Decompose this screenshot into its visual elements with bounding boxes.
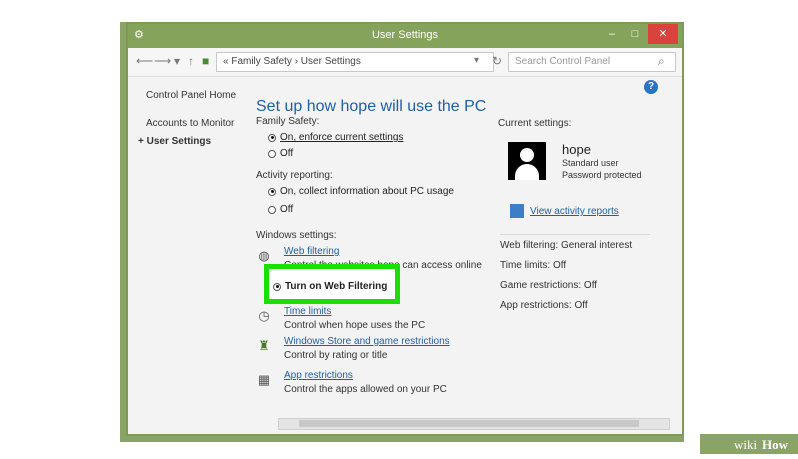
address-dropdown-icon[interactable]: ▾ [474,55,479,66]
radio-label: On, collect information about PC usage [280,186,454,197]
forward-arrow-icon[interactable]: ⟶ [154,54,171,68]
family-safety-label: Family Safety: [256,116,320,127]
activity-reporting-label: Activity reporting: [256,170,333,181]
family-safety-off-option[interactable]: Off [268,148,293,159]
highlighted-web-filtering-option: Turn on Web Filtering [264,264,400,304]
maximize-button[interactable]: □ [624,24,646,44]
horizontal-scrollbar[interactable] [278,418,670,430]
summary-game-restrictions: Game restrictions: Off [500,280,598,291]
windows-settings-label: Windows settings: [256,230,337,241]
time-limits-link-text[interactable]: Time limits [284,306,331,317]
app-restrictions-link[interactable]: App restrictions [284,370,353,381]
radio-button[interactable] [268,149,276,158]
view-activity-reports-text[interactable]: View activity reports [530,206,619,217]
time-limits-link[interactable]: Time limits [284,306,331,317]
divider [500,234,650,235]
web-filtering-link[interactable]: Web filtering [284,246,339,257]
trophy-icon: ♜ [258,338,270,353]
web-filtering-link-text[interactable]: Web filtering [284,246,339,257]
wikihow-watermark: wiki How [700,434,798,454]
user-password-status: Password protected [562,170,642,180]
radio-label: On, enforce current settings [280,132,404,143]
avatar-body [515,164,539,180]
store-restrictions-description: Control by rating or title [284,350,388,361]
app-restrictions-description: Control the apps allowed on your PC [284,384,447,395]
clock-icon: ◷ [258,308,270,323]
current-settings-header: Current settings: [498,118,572,129]
radio-label: Off [280,204,294,215]
user-avatar [508,142,546,180]
radio-button[interactable] [273,282,281,291]
user-name: hope [562,142,591,157]
radio-label: Turn on Web Filtering [285,281,388,292]
user-account-type: Standard user [562,158,619,168]
help-icon[interactable]: ? [644,80,658,94]
minimize-button[interactable]: – [600,24,624,44]
turn-on-web-filtering-option[interactable]: Turn on Web Filtering [273,281,387,292]
sidebar-item-user-settings[interactable]: + User Settings [138,136,211,147]
close-button[interactable]: ✕ [648,24,678,44]
summary-app-restrictions: App restrictions: Off [500,300,588,311]
back-arrow-icon[interactable]: ⟵ [136,54,153,68]
radio-button[interactable] [268,133,276,142]
sidebar-item-control-panel-home[interactable]: Control Panel Home [146,90,236,101]
window-title: User Settings [371,29,439,41]
family-safety-on-option[interactable]: On, enforce current settings [268,132,403,143]
summary-web-filtering: Web filtering: General interest [500,240,633,251]
search-input[interactable]: Search Control Panel [508,52,676,72]
store-restrictions-link-text[interactable]: Windows Store and game restrictions [284,336,450,347]
family-safety-icon: ■ [202,54,210,68]
time-limits-description: Control when hope uses the PC [284,320,426,331]
svg-text:wiki: wiki [734,437,758,452]
scrollbar-thumb[interactable] [299,420,639,427]
page-title: Set up how hope will use the PC [256,98,487,115]
wikihow-logo: wiki How [700,434,798,454]
globe-icon: ◍ [258,248,270,263]
summary-time-limits: Time limits: Off [500,260,567,271]
sidebar-item-label: User Settings [146,136,212,147]
activity-reporting-on-option[interactable]: On, collect information about PC usage [268,186,454,197]
app-restrictions-link-text[interactable]: App restrictions [284,370,353,381]
title-bar[interactable]: ⚙ User Settings – □ ✕ [128,24,682,48]
sidebar-item-accounts-to-monitor[interactable]: Accounts to Monitor [146,118,234,129]
radio-button[interactable] [268,205,276,214]
store-restrictions-link[interactable]: Windows Store and game restrictions [284,336,450,347]
radio-label: Off [280,148,294,159]
recent-dropdown-icon[interactable]: ▾ [174,54,180,68]
view-activity-reports-link[interactable]: View activity reports [530,206,619,217]
address-bar: ⟵ ⟶ ▾ ↑ ■ « Family Safety › User Setting… [128,48,682,77]
up-arrow-icon[interactable]: ↑ [188,54,194,68]
current-marker: + [138,136,147,147]
refresh-icon[interactable]: ↻ [492,54,502,68]
search-icon[interactable]: ⌕ [658,54,665,69]
apps-icon: ▦ [257,372,271,387]
svg-text:How: How [762,437,789,452]
user-settings-window: ⚙ User Settings – □ ✕ ⟵ ⟶ ▾ ↑ ■ « Family… [128,24,682,434]
avatar-head [520,148,534,162]
activity-reporting-off-option[interactable]: Off [268,204,293,215]
radio-button[interactable] [268,187,276,196]
activity-report-icon [510,204,524,218]
address-path[interactable]: « Family Safety › User Settings [216,52,494,72]
